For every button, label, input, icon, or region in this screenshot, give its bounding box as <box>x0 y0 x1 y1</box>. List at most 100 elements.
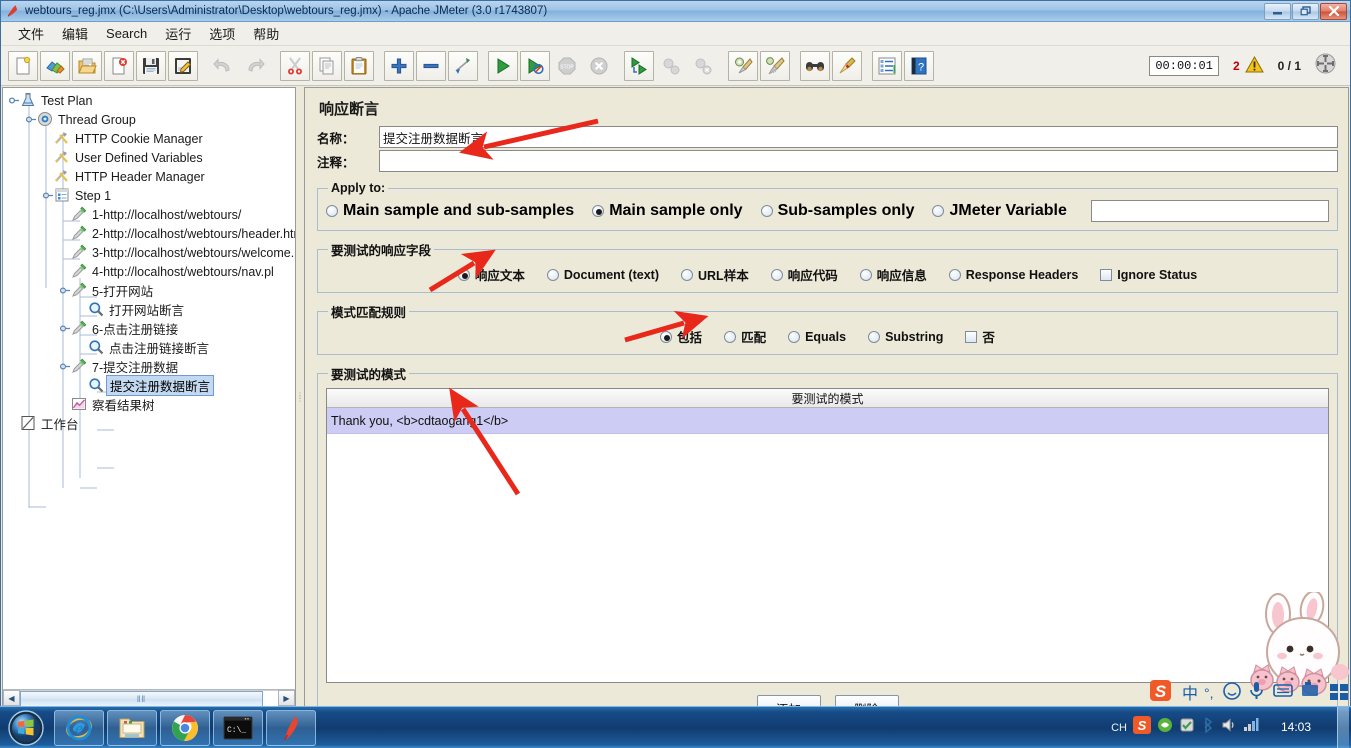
radio-mark[interactable] <box>760 205 773 217</box>
start-remote-button[interactable] <box>624 50 654 81</box>
undo-button[interactable] <box>208 51 238 81</box>
start-button[interactable] <box>488 50 518 81</box>
minimize-button[interactable] <box>1264 2 1291 20</box>
sogou-s-icon[interactable]: S <box>1133 716 1151 739</box>
table-row[interactable]: Thank you, <b>cdtaogang1</b> <box>327 408 1328 434</box>
checkbox-ignore-status[interactable]: Ignore Status <box>1100 268 1197 282</box>
show-desktop-button[interactable] <box>1337 706 1349 748</box>
reset-search-button[interactable] <box>832 50 862 81</box>
copy-button[interactable] <box>312 50 342 81</box>
expand-handle-icon[interactable] <box>25 114 37 125</box>
radio-mark[interactable] <box>770 268 783 281</box>
restore-button[interactable] <box>1292 2 1319 20</box>
radio-jmeter-variable[interactable]: JMeter Variable <box>932 202 1067 220</box>
tree-node[interactable]: 察看结果树 <box>3 395 295 414</box>
radio-substring[interactable]: Substring <box>868 330 943 344</box>
radio-response-text[interactable]: 响应文本 <box>457 265 525 284</box>
radio-contains[interactable]: 包括 <box>660 327 702 346</box>
new-button[interactable] <box>8 50 38 81</box>
cut-button[interactable] <box>280 50 310 81</box>
tree-node[interactable]: 提交注册数据断言 <box>3 375 295 396</box>
windows-start-orb-icon[interactable] <box>4 709 48 746</box>
menu-file[interactable]: 文件 <box>9 22 53 45</box>
volume-icon[interactable] <box>1221 717 1237 738</box>
radio-mark[interactable] <box>546 268 559 281</box>
radio-mark[interactable] <box>592 205 605 217</box>
taskbar-jmeter[interactable] <box>266 709 316 746</box>
function-helper-button[interactable] <box>872 50 902 81</box>
expand-handle-icon[interactable] <box>59 361 71 372</box>
tree-node[interactable]: Step 1 <box>3 186 295 205</box>
taskbar-file-explorer[interactable] <box>107 709 157 746</box>
jmeter-variable-input[interactable] <box>1090 200 1329 222</box>
paste-button[interactable] <box>344 50 374 81</box>
tree-node[interactable]: 2-http://localhost/webtours/header.html <box>3 224 295 243</box>
tree-horizontal-scrollbar[interactable]: ◀ ‖‖ ▶ <box>3 689 295 707</box>
radio-mark[interactable] <box>326 205 338 217</box>
patterns-table[interactable]: 要测试的模式 Thank you, <b>cdtaogang1</b> <box>326 388 1329 683</box>
nvidia-icon[interactable] <box>1157 717 1173 738</box>
save-button[interactable] <box>136 50 166 81</box>
tree-node[interactable]: 4-http://localhost/webtours/nav.pl <box>3 262 295 281</box>
radio-sub-only[interactable]: Sub-samples only <box>760 202 914 220</box>
expand-handle-icon[interactable] <box>8 95 20 106</box>
tray-language-indicator[interactable]: CH <box>1111 722 1127 734</box>
taskbar-command-prompt[interactable]: C:\_ <box>213 709 263 746</box>
search-button[interactable] <box>800 50 830 81</box>
safe-icon[interactable] <box>1179 717 1195 738</box>
stop-button[interactable]: STOP <box>552 51 582 81</box>
menu-edit[interactable]: 编辑 <box>53 22 97 45</box>
bluetooth-icon[interactable] <box>1201 717 1215 738</box>
tree-node[interactable]: 5-打开网站 <box>3 281 295 300</box>
warning-indicator[interactable]: 2 <box>1233 55 1264 76</box>
radio-mark[interactable] <box>660 330 673 343</box>
tree-node[interactable]: 3-http://localhost/webtours/welcome.pl <box>3 243 295 262</box>
radio-mark[interactable] <box>681 268 693 281</box>
taskbar-chrome[interactable] <box>160 709 210 746</box>
tree-node[interactable]: 工作台 <box>3 414 295 433</box>
radio-response-message[interactable]: 响应信息 <box>859 265 927 284</box>
radio-response-headers[interactable]: Response Headers <box>948 268 1078 282</box>
help-button[interactable]: ? <box>904 50 934 81</box>
radio-equals[interactable]: Equals <box>788 330 846 344</box>
radio-response-code[interactable]: 响应代码 <box>770 265 838 284</box>
radio-mark[interactable] <box>868 330 881 343</box>
sogou-ime-bar[interactable]: S 中 °, <box>1150 676 1351 706</box>
taskbar-clock[interactable]: 14:03 <box>1265 720 1327 735</box>
scroll-track[interactable]: ‖‖ <box>20 690 278 707</box>
close-document-button[interactable] <box>104 50 134 81</box>
save-as-button[interactable] <box>168 50 198 81</box>
expand-handle-icon[interactable] <box>59 323 71 334</box>
redo-button[interactable] <box>240 51 270 81</box>
split-divider[interactable]: ⋮ ⋮ <box>296 86 304 707</box>
window-titlebar[interactable]: webtours_reg.jmx (C:\Users\Administrator… <box>1 1 1350 22</box>
shutdown-button[interactable] <box>584 51 614 81</box>
radio-mark[interactable] <box>457 268 470 281</box>
taskbar-internet-explorer[interactable]: e <box>54 709 104 746</box>
menu-search[interactable]: Search <box>97 24 156 43</box>
comment-input[interactable] <box>379 150 1338 172</box>
clear-button[interactable] <box>728 50 758 81</box>
tree-node[interactable]: 1-http://localhost/webtours/ <box>3 205 295 224</box>
tree-node[interactable]: 打开网站断言 <box>3 300 295 319</box>
radio-url-sample[interactable]: URL样本 <box>681 265 749 284</box>
templates-button[interactable] <box>40 50 70 81</box>
expand-handle-icon[interactable] <box>59 285 71 296</box>
tree-node[interactable]: HTTP Cookie Manager <box>3 129 295 148</box>
collapse-all-button[interactable] <box>416 50 446 81</box>
scroll-thumb[interactable]: ‖‖ <box>20 691 263 707</box>
tree-node[interactable]: Thread Group <box>3 110 295 129</box>
toggle-button[interactable] <box>448 50 478 81</box>
radio-mark[interactable] <box>859 268 872 281</box>
open-button[interactable] <box>72 50 102 81</box>
tree-node[interactable]: 6-点击注册链接 <box>3 319 295 338</box>
network-icon[interactable] <box>1243 717 1259 738</box>
radio-main-only[interactable]: Main sample only <box>592 202 743 220</box>
checkbox-not[interactable]: 否 <box>965 327 995 346</box>
radio-matches[interactable]: 匹配 <box>724 327 766 346</box>
checkbox-mark[interactable] <box>965 330 978 343</box>
close-button[interactable] <box>1320 2 1347 20</box>
expand-handle-icon[interactable] <box>42 190 54 201</box>
shutdown-remote-button[interactable] <box>688 51 718 81</box>
radio-mark[interactable] <box>932 205 945 217</box>
